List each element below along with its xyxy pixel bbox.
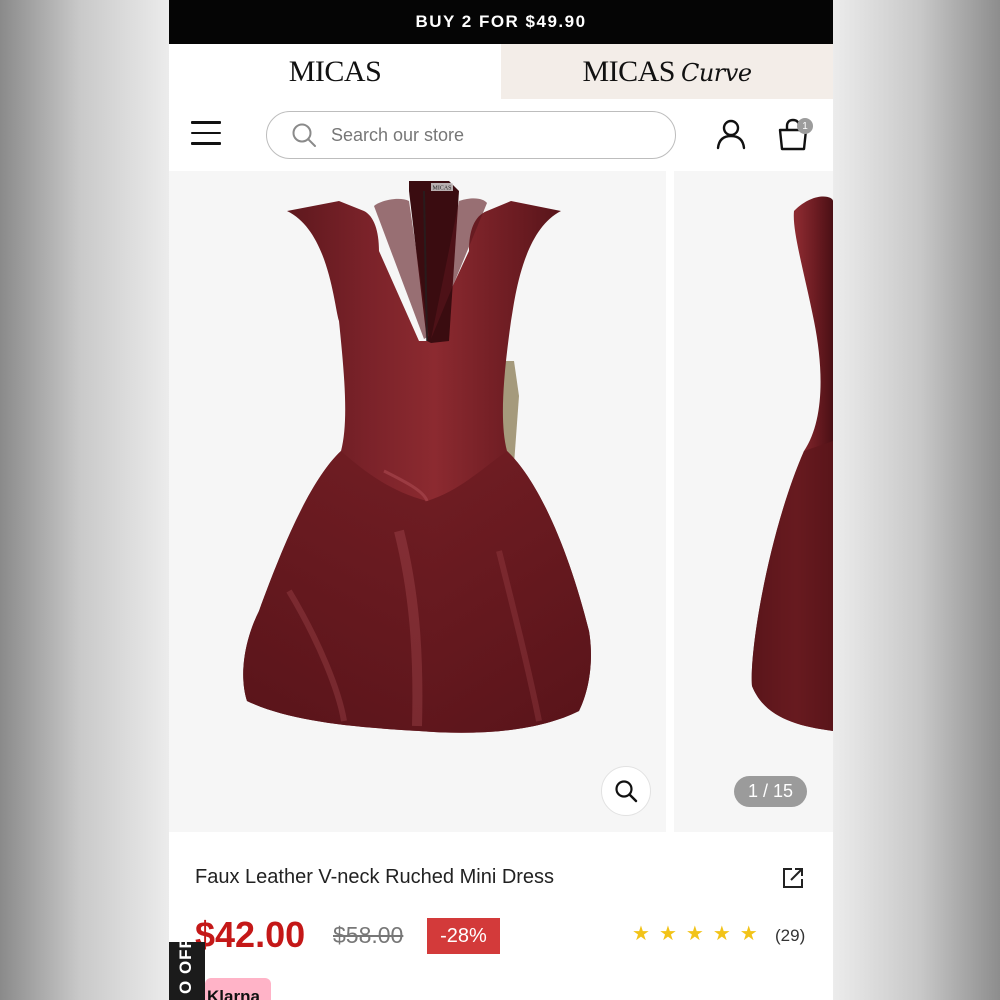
zoom-button[interactable] bbox=[601, 766, 651, 816]
star-icon: ★ bbox=[739, 923, 758, 945]
micas-curve-logo: MICAS Curve bbox=[582, 54, 752, 89]
brand-tabs: MICAS MICAS Curve bbox=[169, 44, 833, 99]
search-input[interactable] bbox=[331, 124, 651, 146]
star-icon: ★ bbox=[632, 923, 650, 945]
phone-screen: BUY 2 FOR $49.90 MICAS MICAS Curve Searc… bbox=[169, 0, 833, 1000]
product-image-next[interactable]: 1 / 15 bbox=[674, 171, 833, 832]
product-image-partial bbox=[751, 196, 833, 732]
product-info: Faux Leather V-neck Ruched Mini Dress $4… bbox=[169, 832, 833, 1000]
tab-micas[interactable]: MICAS bbox=[169, 44, 501, 99]
user-icon[interactable] bbox=[715, 118, 747, 150]
side-tab-text: O OFF bbox=[176, 942, 195, 994]
discount-badge: -28% bbox=[427, 918, 500, 954]
original-price: $58.00 bbox=[333, 922, 404, 948]
search-bar[interactable] bbox=[266, 111, 676, 159]
hamburger-menu-icon[interactable] bbox=[191, 121, 221, 149]
star-icon: ★ bbox=[685, 923, 704, 945]
product-image: MICAS bbox=[243, 181, 591, 733]
promo-banner[interactable]: BUY 2 FOR $49.90 bbox=[169, 0, 833, 44]
micas-curve-logo-word: MICAS bbox=[582, 54, 675, 88]
product-title: Faux Leather V-neck Ruched Mini Dress bbox=[195, 866, 555, 888]
tab-micas-curve[interactable]: MICAS Curve bbox=[501, 44, 833, 99]
zoom-icon bbox=[615, 780, 638, 803]
review-count[interactable]: (29) bbox=[775, 926, 805, 946]
star-icon: ★ bbox=[658, 923, 677, 945]
garment-tag-text: MICAS bbox=[432, 186, 451, 192]
star-icon: ★ bbox=[712, 923, 731, 945]
sale-price: $42.00 bbox=[195, 914, 306, 955]
cart-count-badge: 1 bbox=[797, 118, 813, 134]
image-counter: 1 / 15 bbox=[734, 776, 807, 807]
klarna-badge: Klarna bbox=[205, 978, 271, 1000]
product-gallery[interactable]: MICAS 1 / 15 bbox=[169, 171, 833, 832]
site-header: 1 bbox=[169, 99, 833, 171]
product-image-main[interactable]: MICAS bbox=[169, 171, 666, 832]
micas-logo: MICAS bbox=[288, 54, 382, 88]
search-icon bbox=[292, 123, 316, 147]
curve-script-text: Curve bbox=[680, 58, 752, 87]
cart-button[interactable]: 1 bbox=[775, 116, 813, 152]
discount-side-tab[interactable]: O OFF bbox=[169, 942, 205, 1000]
share-icon[interactable] bbox=[781, 866, 805, 890]
rating-stars[interactable]: ★ ★ ★ ★ ★ bbox=[632, 924, 758, 944]
promo-banner-text: BUY 2 FOR $49.90 bbox=[415, 12, 587, 31]
